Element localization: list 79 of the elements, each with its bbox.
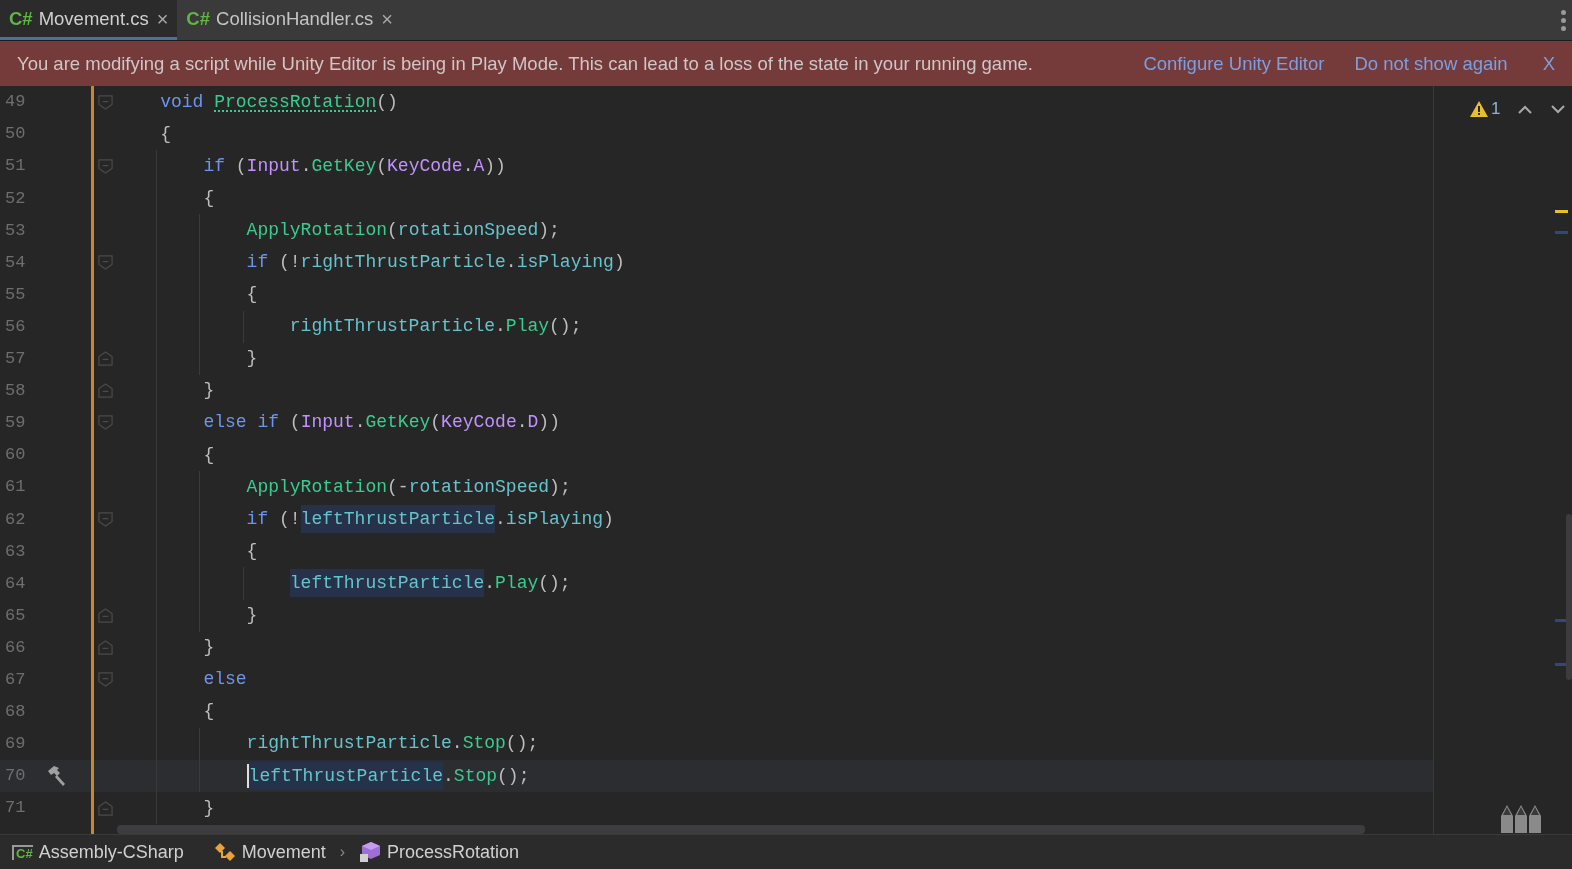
code-line: if (!rightThrustParticle.isPlaying) — [246, 251, 625, 274]
csharp-icon: C# — [9, 4, 33, 33]
line-number: 65 — [4, 604, 27, 627]
fold-icon[interactable] — [98, 383, 113, 399]
line-number: 68 — [4, 701, 27, 724]
csharp-icon: C# — [186, 4, 210, 33]
fold-icon[interactable] — [98, 255, 113, 270]
line-number: 54 — [4, 251, 27, 274]
fold-icon[interactable] — [98, 158, 113, 174]
code-line: void ProcessRotation() — [160, 90, 398, 114]
code-line: } — [203, 796, 215, 820]
code-line: rightThrustParticle.Play(); — [289, 315, 582, 339]
line-number: 51 — [4, 155, 27, 178]
code-line: else if (Input.GetKey(KeyCode.D)) — [203, 411, 560, 435]
fold-icon[interactable] — [98, 511, 113, 527]
fold-icon[interactable] — [98, 672, 113, 688]
line-number: 61 — [4, 476, 27, 499]
close-icon[interactable]: × — [381, 3, 394, 34]
breadcrumb[interactable]: ProcessRotation — [387, 838, 520, 866]
line-number: 59 — [4, 412, 27, 435]
code-line: } — [246, 347, 258, 371]
code-line: if (Input.GetKey(KeyCode.A)) — [203, 154, 506, 178]
pencils-icon[interactable] — [1500, 804, 1542, 834]
code-line: else — [203, 668, 247, 692]
fold-icon[interactable] — [98, 94, 113, 110]
tab-label: Movement.cs — [38, 6, 149, 31]
code-line: { — [203, 443, 215, 467]
code-line: { — [203, 186, 215, 210]
hammer-icon[interactable] — [45, 765, 67, 787]
line-number: 70 — [4, 765, 27, 788]
line-number: 63 — [4, 540, 27, 563]
breadcrumb-separator: › — [339, 842, 346, 862]
code-line: } — [246, 604, 258, 628]
fold-icon[interactable] — [98, 640, 113, 656]
locked-cube-icon — [359, 841, 382, 863]
line-number: 55 — [4, 283, 27, 306]
line-number: 57 — [4, 348, 27, 371]
line-number: 56 — [4, 315, 27, 338]
vertical-scrollbar[interactable] — [1566, 514, 1572, 680]
horizontal-scrollbar[interactable] — [117, 825, 1365, 834]
fold-icon[interactable] — [98, 800, 113, 816]
code-line: { — [246, 283, 258, 307]
line-number: 62 — [4, 508, 27, 531]
error-stripe-mark[interactable] — [1555, 210, 1568, 213]
chevron-up-icon[interactable] — [1518, 105, 1532, 114]
fold-icon[interactable] — [98, 608, 113, 624]
error-stripe-mark[interactable] — [1555, 231, 1568, 234]
breadcrumb[interactable]: Assembly-CSharp — [38, 838, 184, 866]
code-line: rightThrustParticle.Stop(); — [246, 732, 539, 756]
line-number: 50 — [4, 123, 27, 146]
fold-icon[interactable] — [98, 415, 113, 431]
line-number: 60 — [4, 444, 27, 467]
line-number: 52 — [4, 187, 27, 210]
warning-icon[interactable] — [1469, 99, 1489, 118]
editor-tab[interactable]: C# Movement.cs × — [0, 0, 178, 40]
code-line: ApplyRotation(-rotationSpeed); — [246, 475, 571, 499]
close-icon[interactable]: × — [156, 3, 169, 34]
class-icon — [213, 842, 236, 862]
code-line: } — [203, 636, 215, 660]
tab-label: CollisionHandler.cs — [216, 6, 374, 31]
line-number: 53 — [4, 219, 27, 242]
code-line: { — [246, 539, 258, 563]
chevron-down-icon[interactable] — [1551, 105, 1565, 114]
code-line: } — [203, 379, 215, 403]
line-number: 64 — [4, 572, 27, 595]
line-number: 49 — [4, 91, 27, 114]
line-number: 69 — [4, 733, 27, 756]
code-line: { — [160, 122, 171, 146]
code-line: { — [203, 700, 215, 724]
code-line: if (!leftThrustParticle.isPlaying) — [246, 505, 614, 533]
fold-icon[interactable] — [98, 351, 113, 367]
line-number: 66 — [4, 636, 27, 659]
line-number: 71 — [4, 797, 27, 820]
line-number: 67 — [4, 669, 27, 691]
warning-count[interactable]: 1 — [1491, 96, 1501, 122]
line-number: 58 — [4, 380, 27, 403]
code-line: ApplyRotation(rotationSpeed); — [246, 218, 560, 242]
warning-message: You are modifying a script while Unity Editor is being in Play Mode. This can lead to a loss of the state in your running game. — [17, 51, 1034, 76]
breadcrumb[interactable]: Movement — [241, 838, 326, 866]
